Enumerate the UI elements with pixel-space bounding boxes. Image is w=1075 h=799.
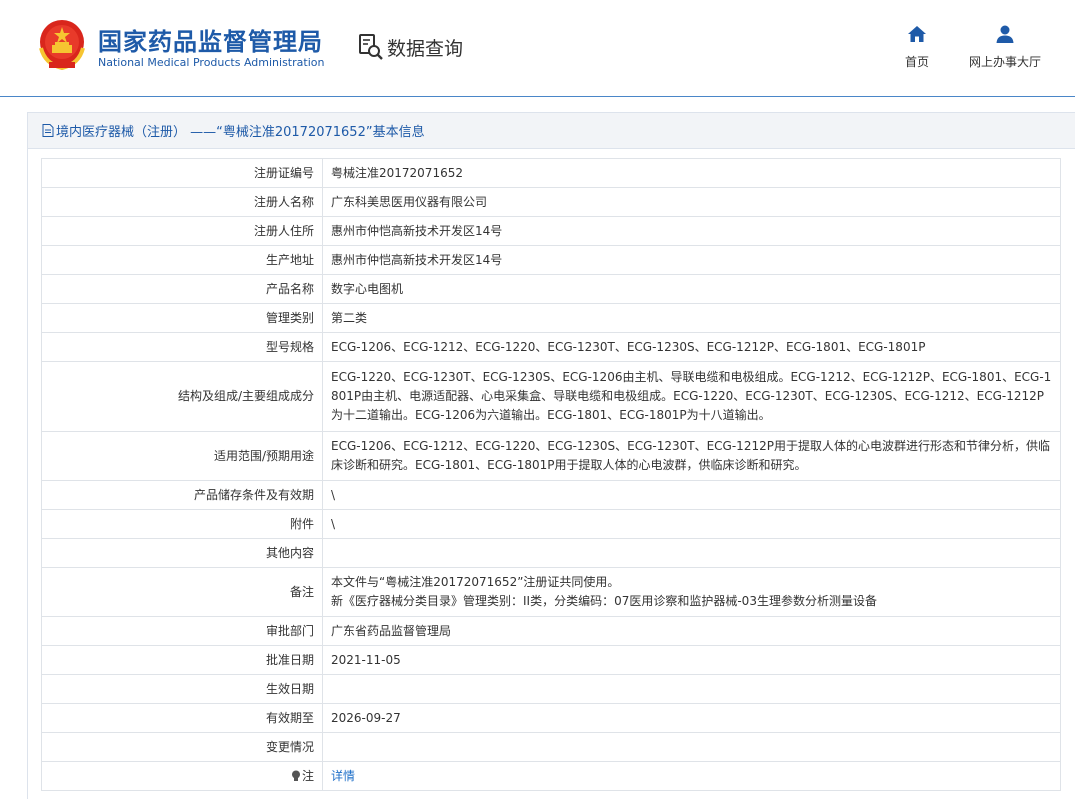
site-header: 国家药品监督管理局 National Medical Products Admi…	[0, 0, 1075, 96]
row-label: 产品名称	[41, 274, 323, 304]
row-value: 粤械注准20172071652	[322, 158, 1061, 188]
table-row: 产品储存条件及有效期 \	[41, 480, 1061, 510]
org-name-cn: 国家药品监督管理局	[98, 28, 323, 56]
row-value: 广东科美思医用仪器有限公司	[322, 187, 1061, 217]
row-value: 惠州市仲恺高新技术开发区14号	[322, 216, 1061, 246]
row-label: 结构及组成/主要组成成分	[41, 361, 323, 432]
table-row: 变更情况	[41, 732, 1061, 762]
nav-online-hall-label: 网上办事大厅	[968, 55, 1041, 69]
row-label: 注	[41, 761, 323, 791]
table-row: 审批部门 广东省药品监督管理局	[41, 616, 1061, 646]
table-row: 批准日期 2021-11-05	[41, 645, 1061, 675]
row-value: 广东省药品监督管理局	[322, 616, 1061, 646]
note-label: 注	[301, 768, 314, 783]
table-row: 生产地址 惠州市仲恺高新技术开发区14号	[41, 245, 1061, 275]
row-value: \	[322, 480, 1061, 510]
row-value: ECG-1220、ECG-1230T、ECG-1230S、ECG-1206由主机…	[322, 361, 1061, 432]
nav-home-label: 首页	[904, 55, 929, 69]
row-label: 注册人住所	[41, 216, 323, 246]
row-label: 生产地址	[41, 245, 323, 275]
details-link[interactable]: 详情	[331, 769, 355, 783]
table-row: 注 详情	[41, 761, 1061, 791]
table-row: 适用范围/预期用途 ECG-1206、ECG-1212、ECG-1220、ECG…	[41, 431, 1061, 481]
table-row: 附件 \	[41, 509, 1061, 539]
remark-line: 本文件与“粤械注准20172071652”注册证共同使用。	[331, 575, 620, 589]
table-row: 备注 本文件与“粤械注准20172071652”注册证共同使用。 新《医疗器械分…	[41, 567, 1061, 617]
row-value: 2021-11-05	[322, 645, 1061, 675]
row-value: \	[322, 509, 1061, 539]
row-label: 有效期至	[41, 703, 323, 733]
panel-title-bar: 境内医疗器械（注册） ——“粤械注准20172071652”基本信息	[28, 113, 1075, 149]
row-label: 变更情况	[41, 732, 323, 762]
data-query-heading: 数据查询	[357, 32, 463, 62]
row-label: 注册证编号	[41, 158, 323, 188]
user-icon	[996, 25, 1014, 43]
row-value: 本文件与“粤械注准20172071652”注册证共同使用。 新《医疗器械分类目录…	[322, 567, 1061, 617]
lightbulb-icon	[291, 770, 300, 781]
row-value: ECG-1206、ECG-1212、ECG-1220、ECG-1230S、ECG…	[322, 431, 1061, 481]
row-label: 备注	[41, 567, 323, 617]
table-row: 产品名称 数字心电图机	[41, 274, 1061, 304]
row-label: 产品储存条件及有效期	[41, 480, 323, 510]
row-label: 适用范围/预期用途	[41, 431, 323, 481]
document-search-icon	[359, 34, 383, 60]
row-label: 生效日期	[41, 674, 323, 704]
data-query-label: 数据查询	[387, 37, 464, 60]
nav-online-hall[interactable]: 网上办事大厅	[962, 24, 1048, 70]
row-label: 注册人名称	[41, 187, 323, 217]
nav-home[interactable]: 首页	[897, 24, 937, 70]
table-row: 生效日期	[41, 674, 1061, 704]
org-name-en: National Medical Products Administration	[98, 56, 325, 69]
header-divider	[0, 96, 1075, 97]
table-row: 注册人住所 惠州市仲恺高新技术开发区14号	[41, 216, 1061, 246]
home-icon	[908, 26, 926, 42]
table-row: 型号规格 ECG-1206、ECG-1212、ECG-1220、ECG-1230…	[41, 332, 1061, 362]
row-label: 其他内容	[41, 538, 323, 568]
table-row: 结构及组成/主要组成成分 ECG-1220、ECG-1230T、ECG-1230…	[41, 361, 1061, 432]
table-row: 注册证编号 粤械注准20172071652	[41, 158, 1061, 188]
info-table: 注册证编号 粤械注准20172071652 注册人名称 广东科美思医用仪器有限公…	[41, 158, 1061, 791]
row-label: 审批部门	[41, 616, 323, 646]
row-value: 数字心电图机	[322, 274, 1061, 304]
row-value: 第二类	[322, 303, 1061, 333]
national-emblem-icon	[39, 20, 85, 70]
row-label: 附件	[41, 509, 323, 539]
table-row: 有效期至 2026-09-27	[41, 703, 1061, 733]
table-row: 管理类别 第二类	[41, 303, 1061, 333]
table-row: 注册人名称 广东科美思医用仪器有限公司	[41, 187, 1061, 217]
row-label: 型号规格	[41, 332, 323, 362]
remark-line: 新《医疗器械分类目录》管理类别：II类，分类编码：07医用诊察和监护器械-03生…	[331, 594, 877, 608]
panel-title: 境内医疗器械（注册） ——“粤械注准20172071652”基本信息	[56, 125, 425, 140]
table-row: 其他内容	[41, 538, 1061, 568]
row-value	[322, 538, 1061, 568]
row-label: 管理类别	[41, 303, 323, 333]
row-value	[322, 732, 1061, 762]
row-label: 批准日期	[41, 645, 323, 675]
row-value	[322, 674, 1061, 704]
detail-panel: 境内医疗器械（注册） ——“粤械注准20172071652”基本信息 注册证编号…	[27, 112, 1075, 799]
row-value: ECG-1206、ECG-1212、ECG-1220、ECG-1230T、ECG…	[322, 332, 1061, 362]
row-value: 详情	[322, 761, 1061, 791]
row-value: 2026-09-27	[322, 703, 1061, 733]
document-icon	[42, 124, 54, 137]
row-value: 惠州市仲恺高新技术开发区14号	[322, 245, 1061, 275]
